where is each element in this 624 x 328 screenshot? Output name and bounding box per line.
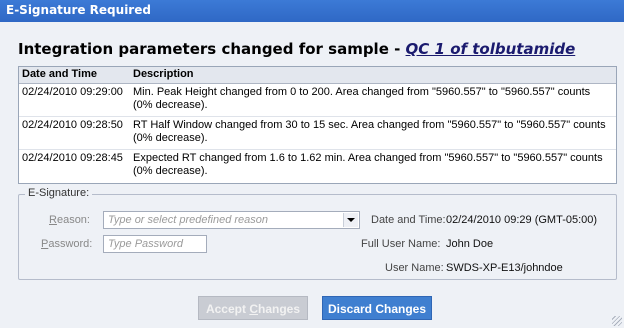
changes-table: Date and Time Description 02/24/2010 09:… <box>18 66 617 184</box>
esignature-legend: E-Signature: <box>25 187 93 199</box>
full-user-name-label: Full User Name: <box>361 238 441 250</box>
table-row[interactable]: 02/24/2010 09:28:50 RT Half Window chang… <box>19 117 616 150</box>
title-bar[interactable]: E-Signature Required <box>0 0 624 22</box>
row-description: Min. Peak Height changed from 0 to 200. … <box>133 86 591 111</box>
resize-grip-icon[interactable] <box>612 316 622 326</box>
password-input[interactable]: Type Password <box>103 235 207 253</box>
column-header-date: Date and Time <box>22 68 97 80</box>
password-placeholder: Type Password <box>108 238 183 250</box>
table-header: Date and Time Description <box>19 67 616 84</box>
date-time-value: 02/24/2010 09:29 (GMT-05:00) <box>446 214 598 226</box>
reason-label: Reason: <box>49 214 90 226</box>
esignature-group: E-Signature: Reason: Type or select pred… <box>18 187 617 280</box>
heading-text: Integration parameters changed for sampl… <box>18 40 406 58</box>
user-name-value: SWDS-XP-E13/johndoe <box>446 262 563 274</box>
accept-changes-button[interactable]: Accept Changes <box>198 296 308 320</box>
column-header-description: Description <box>133 68 194 80</box>
date-time-label: Date and Time: <box>371 214 446 226</box>
row-date: 02/24/2010 09:29:00 <box>22 86 123 98</box>
full-user-name-value: John Doe <box>446 238 494 250</box>
reason-placeholder: Type or select predefined reason <box>108 214 268 226</box>
reason-select[interactable]: Type or select predefined reason <box>103 211 360 229</box>
dialog-heading: Integration parameters changed for sampl… <box>18 40 575 58</box>
table-row[interactable]: 02/24/2010 09:28:45 Expected RT changed … <box>19 150 616 182</box>
row-description: Expected RT changed from 1.6 to 1.62 min… <box>133 152 603 177</box>
user-name-label: User Name: <box>385 262 444 274</box>
row-date: 02/24/2010 09:28:50 <box>22 119 123 131</box>
table-row[interactable]: 02/24/2010 09:29:00 Min. Peak Height cha… <box>19 84 616 117</box>
dropdown-arrow-icon[interactable] <box>343 213 358 227</box>
row-description: RT Half Window changed from 30 to 15 sec… <box>133 119 606 144</box>
sample-name: QC 1 of tolbutamide <box>405 40 576 58</box>
row-date: 02/24/2010 09:28:45 <box>22 152 123 164</box>
password-label: Password: <box>41 238 93 250</box>
discard-changes-button[interactable]: Discard Changes <box>322 296 432 320</box>
window-title: E-Signature Required <box>6 3 151 17</box>
esignature-dialog: E-Signature Required Integration paramet… <box>0 0 624 328</box>
